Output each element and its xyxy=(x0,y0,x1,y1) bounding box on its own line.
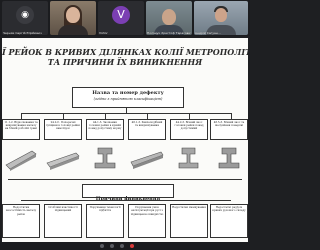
cause-box: Недостатні радіуси кривих рухомого склад… xyxy=(210,204,248,238)
participant-video-face xyxy=(162,9,176,25)
participant-name: Андрій Сагуан... xyxy=(195,31,221,35)
participant-tile[interactable]: ◉ Черняк Сергій Юрійович xyxy=(2,1,48,35)
defect-box: 44.2-3. Бічний знос головки рейки понад … xyxy=(170,119,208,140)
slide-title: ТА ПРИЧИНИ ЇХ ВИНИКНЕННЯ xyxy=(47,57,203,67)
cause-box: Особливі властивості підвищений xyxy=(44,204,82,238)
participant-strip: ◉ Черняк Сергій Юрійович V Victor Поліщу… xyxy=(0,0,250,36)
rail-defect-illustration xyxy=(5,150,37,171)
rail-cross-section-illustration xyxy=(178,147,199,169)
defect-box: 24.2-С. Поперечні тріщини в головці рейк… xyxy=(44,119,82,140)
participant-video-body xyxy=(58,25,88,35)
separator xyxy=(8,179,242,180)
participant-video-face xyxy=(66,7,80,23)
defect-header-subtitle: (згідно з прийнятою класифікацією) xyxy=(93,97,163,101)
participant-tile-video[interactable] xyxy=(50,1,96,35)
shared-screen-slide: Ї РЕЙОК В КРИВИХ ДІЛЯНКАХ КОЛІЇ МЕТРОПОЛ… xyxy=(2,38,248,242)
rail-cross-section-illustration xyxy=(218,147,240,169)
defect-box: 44.1-3. Зношення головки рейки в кривій … xyxy=(86,119,124,140)
participant-video-face xyxy=(215,8,227,22)
connector xyxy=(21,113,231,114)
cause-box: Порушення технології підбиття xyxy=(86,204,124,238)
leave-call-icon[interactable] xyxy=(130,244,134,248)
participant-name: Черняк Сергій Юрійович xyxy=(3,31,42,35)
participant-name: Victor xyxy=(99,31,108,35)
avatar: ◉ xyxy=(16,6,34,24)
cause-box: Недостатнє змащування xyxy=(170,204,208,238)
participant-name: Поліщук Хрестоф Тарасович xyxy=(147,31,191,35)
defect-header-box: Назва та номер дефекту (згідно з прийнят… xyxy=(72,87,184,108)
defect-box: 11.1-2. Відколювання та викришування мет… xyxy=(2,119,40,140)
cause-box: Недостатня зносостійкість металу рейок xyxy=(2,204,40,238)
participant-tile[interactable]: V Victor xyxy=(98,1,144,35)
slide-title: Ї РЕЙОК В КРИВИХ ДІЛЯНКАХ КОЛІЇ МЕТРОПОЛ… xyxy=(2,47,248,57)
meeting-control-bar xyxy=(0,242,250,250)
defect-header-title: Назва та номер дефекту xyxy=(92,90,164,96)
rail-cross-section-illustration xyxy=(94,147,116,169)
defect-box: 46.5-3. Бічний знос та шелушіння поверхн… xyxy=(210,119,248,140)
cause-box: Порушення умов експлуатації при русі з п… xyxy=(128,204,166,238)
defect-box: 46.1-3. Хвилеподібний та викришування xyxy=(128,119,166,140)
rail-defect-illustration xyxy=(130,151,164,169)
participant-tile-video[interactable]: Андрій Сагуан... xyxy=(194,1,248,35)
share-screen-icon[interactable] xyxy=(120,244,124,248)
mic-icon[interactable] xyxy=(100,244,104,248)
participant-tile-video[interactable]: Поліщук Хрестоф Тарасович xyxy=(146,1,192,35)
avatar: V xyxy=(112,6,130,24)
camera-icon[interactable] xyxy=(110,244,114,248)
causes-header-title: Причини виникнення xyxy=(95,196,161,202)
connector xyxy=(21,200,231,201)
rail-defect-illustration xyxy=(46,152,80,170)
causes-header-box: Причини виникнення xyxy=(82,184,174,202)
